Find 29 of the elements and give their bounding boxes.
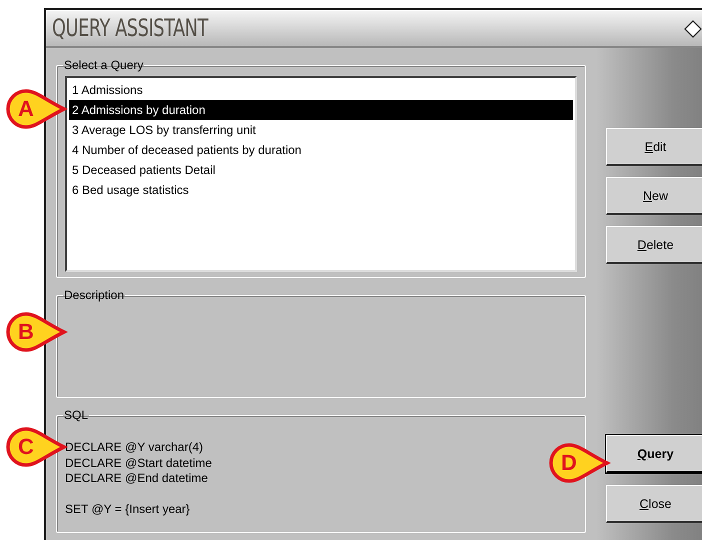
callout-letter: A	[17, 96, 35, 122]
group-label: Description	[63, 288, 126, 302]
callout-letter: B	[17, 319, 35, 345]
sql-line: DECLARE @Y varchar(4)	[65, 440, 203, 456]
callout-letter: D	[560, 450, 578, 476]
sql-line: SET @Y = {Insert year}	[65, 502, 190, 518]
action-button[interactable]: Close	[606, 485, 702, 523]
action-button[interactable]: New	[606, 177, 702, 215]
group-label: SQL	[63, 408, 90, 422]
action-button[interactable]: Edit	[606, 128, 702, 166]
list-item[interactable]: 1 Admissions	[69, 80, 573, 100]
list-item[interactable]: 2 Admissions by duration	[69, 100, 573, 120]
list-item[interactable]: 3 Average LOS by transferring unit	[69, 120, 573, 140]
callout-marker	[6, 312, 68, 352]
window-title: QUERY ASSISTANT	[52, 14, 208, 42]
diamond-icon[interactable]	[684, 20, 702, 38]
list-item[interactable]: 4 Number of deceased patients by duration	[69, 140, 573, 160]
callout-marker	[6, 427, 68, 467]
action-button[interactable]: Query	[606, 435, 702, 473]
action-button[interactable]: Delete	[606, 226, 702, 264]
list-item[interactable]: 5 Deceased patients Detail	[69, 160, 573, 180]
sql-line: DECLARE @Start datetime	[65, 456, 212, 471]
list-item[interactable]: 6 Bed usage statistics	[69, 180, 573, 200]
callout-marker	[6, 89, 68, 129]
query-list[interactable]: 1 Admissions 2 Admissions by duration 3 Average LOS by transferring unit 4 Number of deceased patients by duration 5 Deceased patients Detail 6 Bed usage statistics	[65, 76, 577, 272]
group-label: Select a Query	[63, 58, 144, 72]
callout-letter: C	[17, 434, 35, 460]
sql-line: DECLARE @End datetime	[65, 471, 208, 486]
callout-marker	[549, 443, 611, 483]
